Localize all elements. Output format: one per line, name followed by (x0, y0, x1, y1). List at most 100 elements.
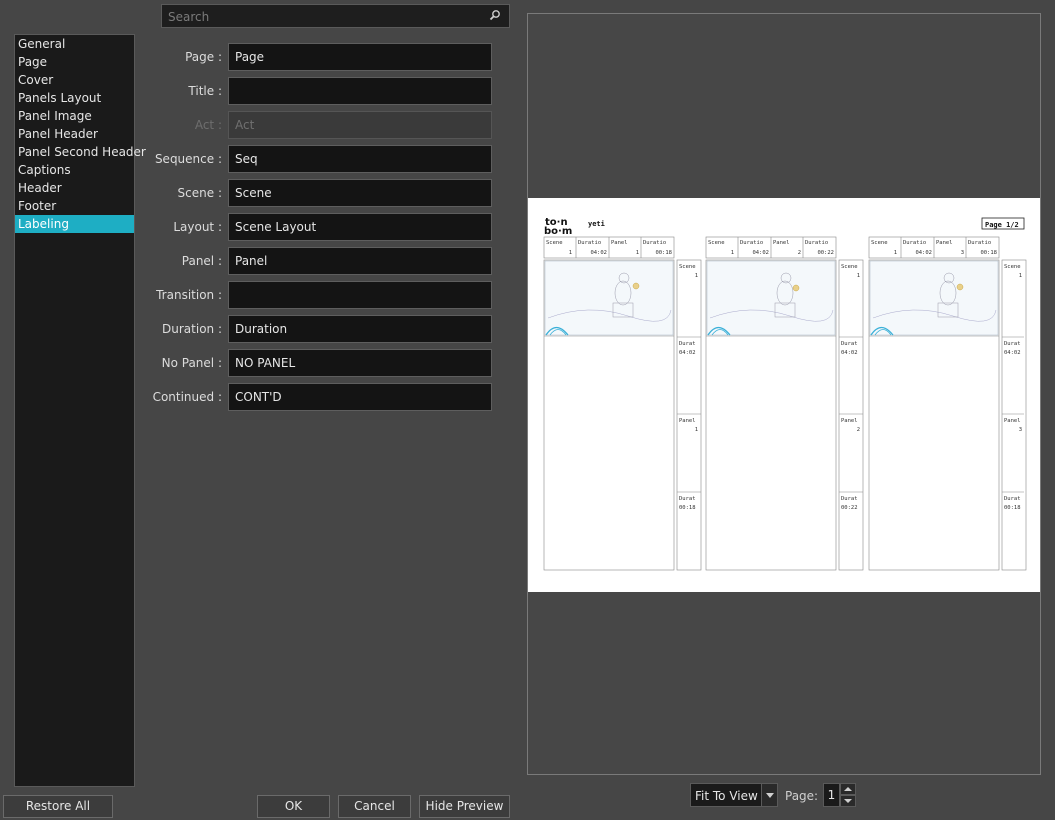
col3-side-panel-val: 3 (1019, 427, 1022, 433)
col3-panel-val: 3 (961, 250, 964, 256)
no-panel-field[interactable]: NO PANEL (228, 349, 492, 377)
col1-side-pdur-val: 00:18 (679, 505, 696, 511)
project-name: yeti (588, 220, 605, 228)
category-panel-second-header[interactable]: Panel Second Header (15, 143, 146, 161)
chevron-up-icon[interactable] (840, 783, 856, 795)
preview-area[interactable]: to·n bo·m yeti Page 1/2 Scene 1 Duratio … (527, 13, 1041, 775)
col2-side-dur: Durat (841, 341, 858, 347)
col3-scene-val: 1 (894, 250, 897, 256)
scene-label: Scene : (177, 186, 222, 200)
storyboard-page: to·n bo·m yeti Page 1/2 Scene 1 Duratio … (543, 217, 1027, 571)
page-number-stepper[interactable]: 1 (823, 783, 856, 807)
col1-side-scene: Scene (679, 264, 696, 270)
title-row: Title : (150, 77, 495, 111)
col1-dur-hdr: Duratio (578, 240, 601, 246)
col1-side-dur-val: 04:02 (679, 350, 696, 356)
duration-row: Duration : Duration (150, 315, 495, 349)
col2-side-pdur-val: 00:22 (841, 505, 858, 511)
continued-field[interactable]: CONT'D (228, 383, 492, 411)
layout-field[interactable]: Scene Layout (228, 213, 492, 241)
col1-dur-val: 04:02 (590, 250, 607, 256)
col2-side-pdur: Durat (841, 496, 858, 502)
labeling-form: Page : Page Title : Act : Act Sequence :… (150, 43, 495, 417)
col1-panel-hdr: Panel (611, 240, 628, 246)
transition-label: Transition : (156, 288, 222, 302)
logo-bottom-text: bo·m (544, 226, 572, 237)
scene-row: Scene : Scene (150, 179, 495, 213)
col3-dur-hdr: Duratio (903, 240, 926, 246)
transition-field[interactable] (228, 281, 492, 309)
col1-side-pdur: Durat (679, 496, 696, 502)
category-general[interactable]: General (15, 35, 134, 53)
category-labeling[interactable]: Labeling (15, 215, 134, 233)
col1-panel-image (544, 260, 674, 336)
layout-label: Layout : (173, 220, 222, 234)
col3-side-scene: Scene (1004, 264, 1021, 270)
cancel-button[interactable]: Cancel (338, 795, 411, 818)
page-label: Page : (185, 50, 222, 64)
layout-row: Layout : Scene Layout (150, 213, 495, 247)
scene-field[interactable]: Scene (228, 179, 492, 207)
ok-button[interactable]: OK (257, 795, 330, 818)
sequence-row: Sequence : Seq (150, 145, 495, 179)
col1-pdur-hdr: Duratio (643, 240, 666, 246)
search-placeholder: Search (168, 10, 210, 24)
category-footer[interactable]: Footer (15, 197, 134, 215)
col2-side-panel-val: 2 (857, 427, 860, 433)
category-panel-image[interactable]: Panel Image (15, 107, 134, 125)
duration-label: Duration : (162, 322, 222, 336)
col2-panel-val: 2 (798, 250, 801, 256)
category-cover[interactable]: Cover (15, 71, 134, 89)
category-panel-header[interactable]: Panel Header (15, 125, 134, 143)
col1-panel-val: 1 (636, 250, 639, 256)
col1-scene-hdr: Scene (546, 240, 563, 246)
duration-field[interactable]: Duration (228, 315, 492, 343)
chevron-down-icon[interactable] (761, 784, 777, 806)
sequence-field[interactable]: Seq (228, 145, 492, 173)
panel-label: Panel : (181, 254, 222, 268)
page-number-label: Page: (785, 789, 819, 803)
col3-side-scene-val: 1 (1019, 273, 1022, 279)
col3-pdur-val: 00:18 (980, 250, 997, 256)
continued-row: Continued : CONT'D (150, 383, 495, 417)
zoom-select[interactable]: Fit To View (690, 783, 778, 807)
act-label: Act : (194, 118, 222, 132)
col3-panel-hdr: Panel (936, 240, 953, 246)
act-field: Act (228, 111, 492, 139)
col3-panel-image (869, 260, 999, 336)
search-input[interactable]: Search (161, 4, 510, 28)
page-field[interactable]: Page (228, 43, 492, 71)
col2-side-scene-val: 1 (857, 273, 860, 279)
col3-scene-hdr: Scene (871, 240, 888, 246)
panel-field[interactable]: Panel (228, 247, 492, 275)
category-page[interactable]: Page (15, 53, 134, 71)
col2-scene-val: 1 (731, 250, 734, 256)
col1-side-panel-val: 1 (695, 427, 698, 433)
chevron-down-icon[interactable] (840, 795, 856, 807)
col1-side-scene-val: 1 (695, 273, 698, 279)
col2-dur-val: 04:02 (752, 250, 769, 256)
col2-dur-hdr: Duratio (740, 240, 763, 246)
page-badge-text: Page 1/2 (985, 221, 1019, 229)
no-panel-row: No Panel : NO PANEL (150, 349, 495, 383)
panel-column-1: Scene 1 Duratio 04:02 Panel 1 Duratio 00… (543, 236, 702, 571)
col2-side-scene: Scene (841, 264, 858, 270)
col2-panel-image (706, 260, 836, 336)
col2-pdur-hdr: Duratio (805, 240, 828, 246)
page-number-value[interactable]: 1 (823, 783, 840, 807)
category-captions[interactable]: Captions (15, 161, 134, 179)
search-icon (489, 10, 500, 21)
preview-page: to·n bo·m yeti Page 1/2 Scene 1 Duratio … (528, 198, 1040, 592)
col1-scene-val: 1 (569, 250, 572, 256)
restore-defaults-button[interactable]: Restore All Defaults (3, 795, 113, 818)
col2-panel-hdr: Panel (773, 240, 790, 246)
transition-row: Transition : (150, 281, 495, 315)
category-list[interactable]: General Page Cover Panels Layout Panel I… (14, 34, 146, 787)
col3-dur-val: 04:02 (915, 250, 932, 256)
title-field[interactable] (228, 77, 492, 105)
panel-column-2: Scene 1 Duratio 04:02 Panel 2 Duratio 00… (705, 236, 864, 571)
col2-side-dur-val: 04:02 (841, 350, 858, 356)
category-header[interactable]: Header (15, 179, 134, 197)
hide-preview-button[interactable]: Hide Preview (419, 795, 510, 818)
category-panels-layout[interactable]: Panels Layout (15, 89, 134, 107)
